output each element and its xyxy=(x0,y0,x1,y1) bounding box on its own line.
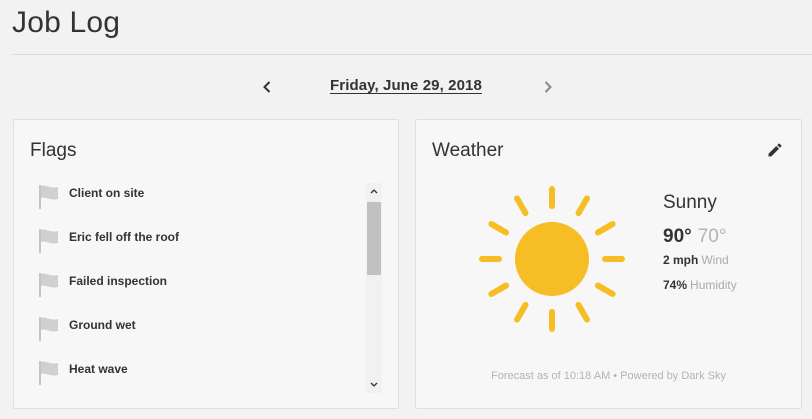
sun-ray xyxy=(514,195,529,217)
flag-icon xyxy=(39,317,58,341)
previous-day-button[interactable] xyxy=(256,76,278,98)
humidity-value: 74% xyxy=(663,278,688,292)
weather-card: Weather Sunny 90° 70° 2 mph Wind 74% Humidi… xyxy=(415,119,802,409)
weather-footer: Forecast as of 10:18 AM • Powered by Dar… xyxy=(416,370,801,382)
sun-ray xyxy=(575,301,590,323)
footer-separator: • xyxy=(610,370,621,382)
sun-ray xyxy=(514,301,529,323)
powered-by-link[interactable]: Powered by Dark Sky xyxy=(620,370,726,382)
sun-ray xyxy=(488,282,510,297)
sun-ray xyxy=(575,195,590,217)
temperature-low: 70° xyxy=(697,226,727,247)
page-title: Job Log xyxy=(12,6,121,39)
edit-weather-button[interactable] xyxy=(766,141,784,159)
flags-card-title: Flags xyxy=(30,140,77,161)
flag-label: Failed inspection xyxy=(69,274,168,288)
scroll-down-button[interactable] xyxy=(366,377,382,393)
flag-label: Heat wave xyxy=(69,362,128,376)
sun-ray xyxy=(488,221,510,236)
flag-label: Ground wet xyxy=(69,318,136,332)
pencil-icon xyxy=(768,143,782,157)
flag-list-scrollbar[interactable] xyxy=(366,183,382,393)
temperature-high: 90° xyxy=(663,226,692,247)
temperature-range: 90° 70° xyxy=(663,226,726,248)
flag-label: Client on site xyxy=(69,186,145,200)
chevron-down-icon xyxy=(370,382,378,387)
flag-item[interactable]: Heat wave xyxy=(34,356,360,392)
wind-stat: 2 mph Wind xyxy=(663,253,729,267)
chevron-up-icon xyxy=(370,189,378,194)
flag-icon xyxy=(39,361,58,385)
sun-ray xyxy=(594,282,616,297)
wind-value: 2 mph xyxy=(663,253,699,267)
flag-icon xyxy=(39,229,58,253)
flag-label: Eric fell off the roof xyxy=(69,230,180,244)
flags-card: Flags Client on site Eric fell off the r… xyxy=(13,119,399,409)
weather-condition: Sunny xyxy=(663,192,717,213)
flag-item[interactable]: Failed inspection xyxy=(34,268,360,312)
flag-item[interactable]: Ground wet xyxy=(34,312,360,356)
scroll-up-button[interactable] xyxy=(366,183,382,199)
flag-list: Client on site Eric fell off the roof Fa… xyxy=(34,180,360,392)
sun-ray xyxy=(594,221,616,236)
humidity-stat: 74% Humidity xyxy=(663,278,737,292)
flag-icon xyxy=(39,273,58,297)
weather-card-title: Weather xyxy=(432,140,504,161)
scrollbar-thumb[interactable] xyxy=(367,202,381,275)
flag-item[interactable]: Client on site xyxy=(34,180,360,224)
chevron-left-icon xyxy=(263,81,271,93)
current-date-link[interactable]: Friday, June 29, 2018 xyxy=(330,77,482,94)
flag-item[interactable]: Eric fell off the roof xyxy=(34,224,360,268)
humidity-label: Humidity xyxy=(690,278,737,292)
date-navigator: Friday, June 29, 2018 xyxy=(0,72,812,102)
sun-icon xyxy=(479,186,625,332)
forecast-timestamp: Forecast as of 10:18 AM xyxy=(491,370,611,382)
wind-label: Wind xyxy=(701,253,729,267)
title-divider xyxy=(12,54,812,55)
flag-icon xyxy=(39,185,58,209)
next-day-button[interactable] xyxy=(537,76,559,98)
chevron-right-icon xyxy=(544,81,552,93)
